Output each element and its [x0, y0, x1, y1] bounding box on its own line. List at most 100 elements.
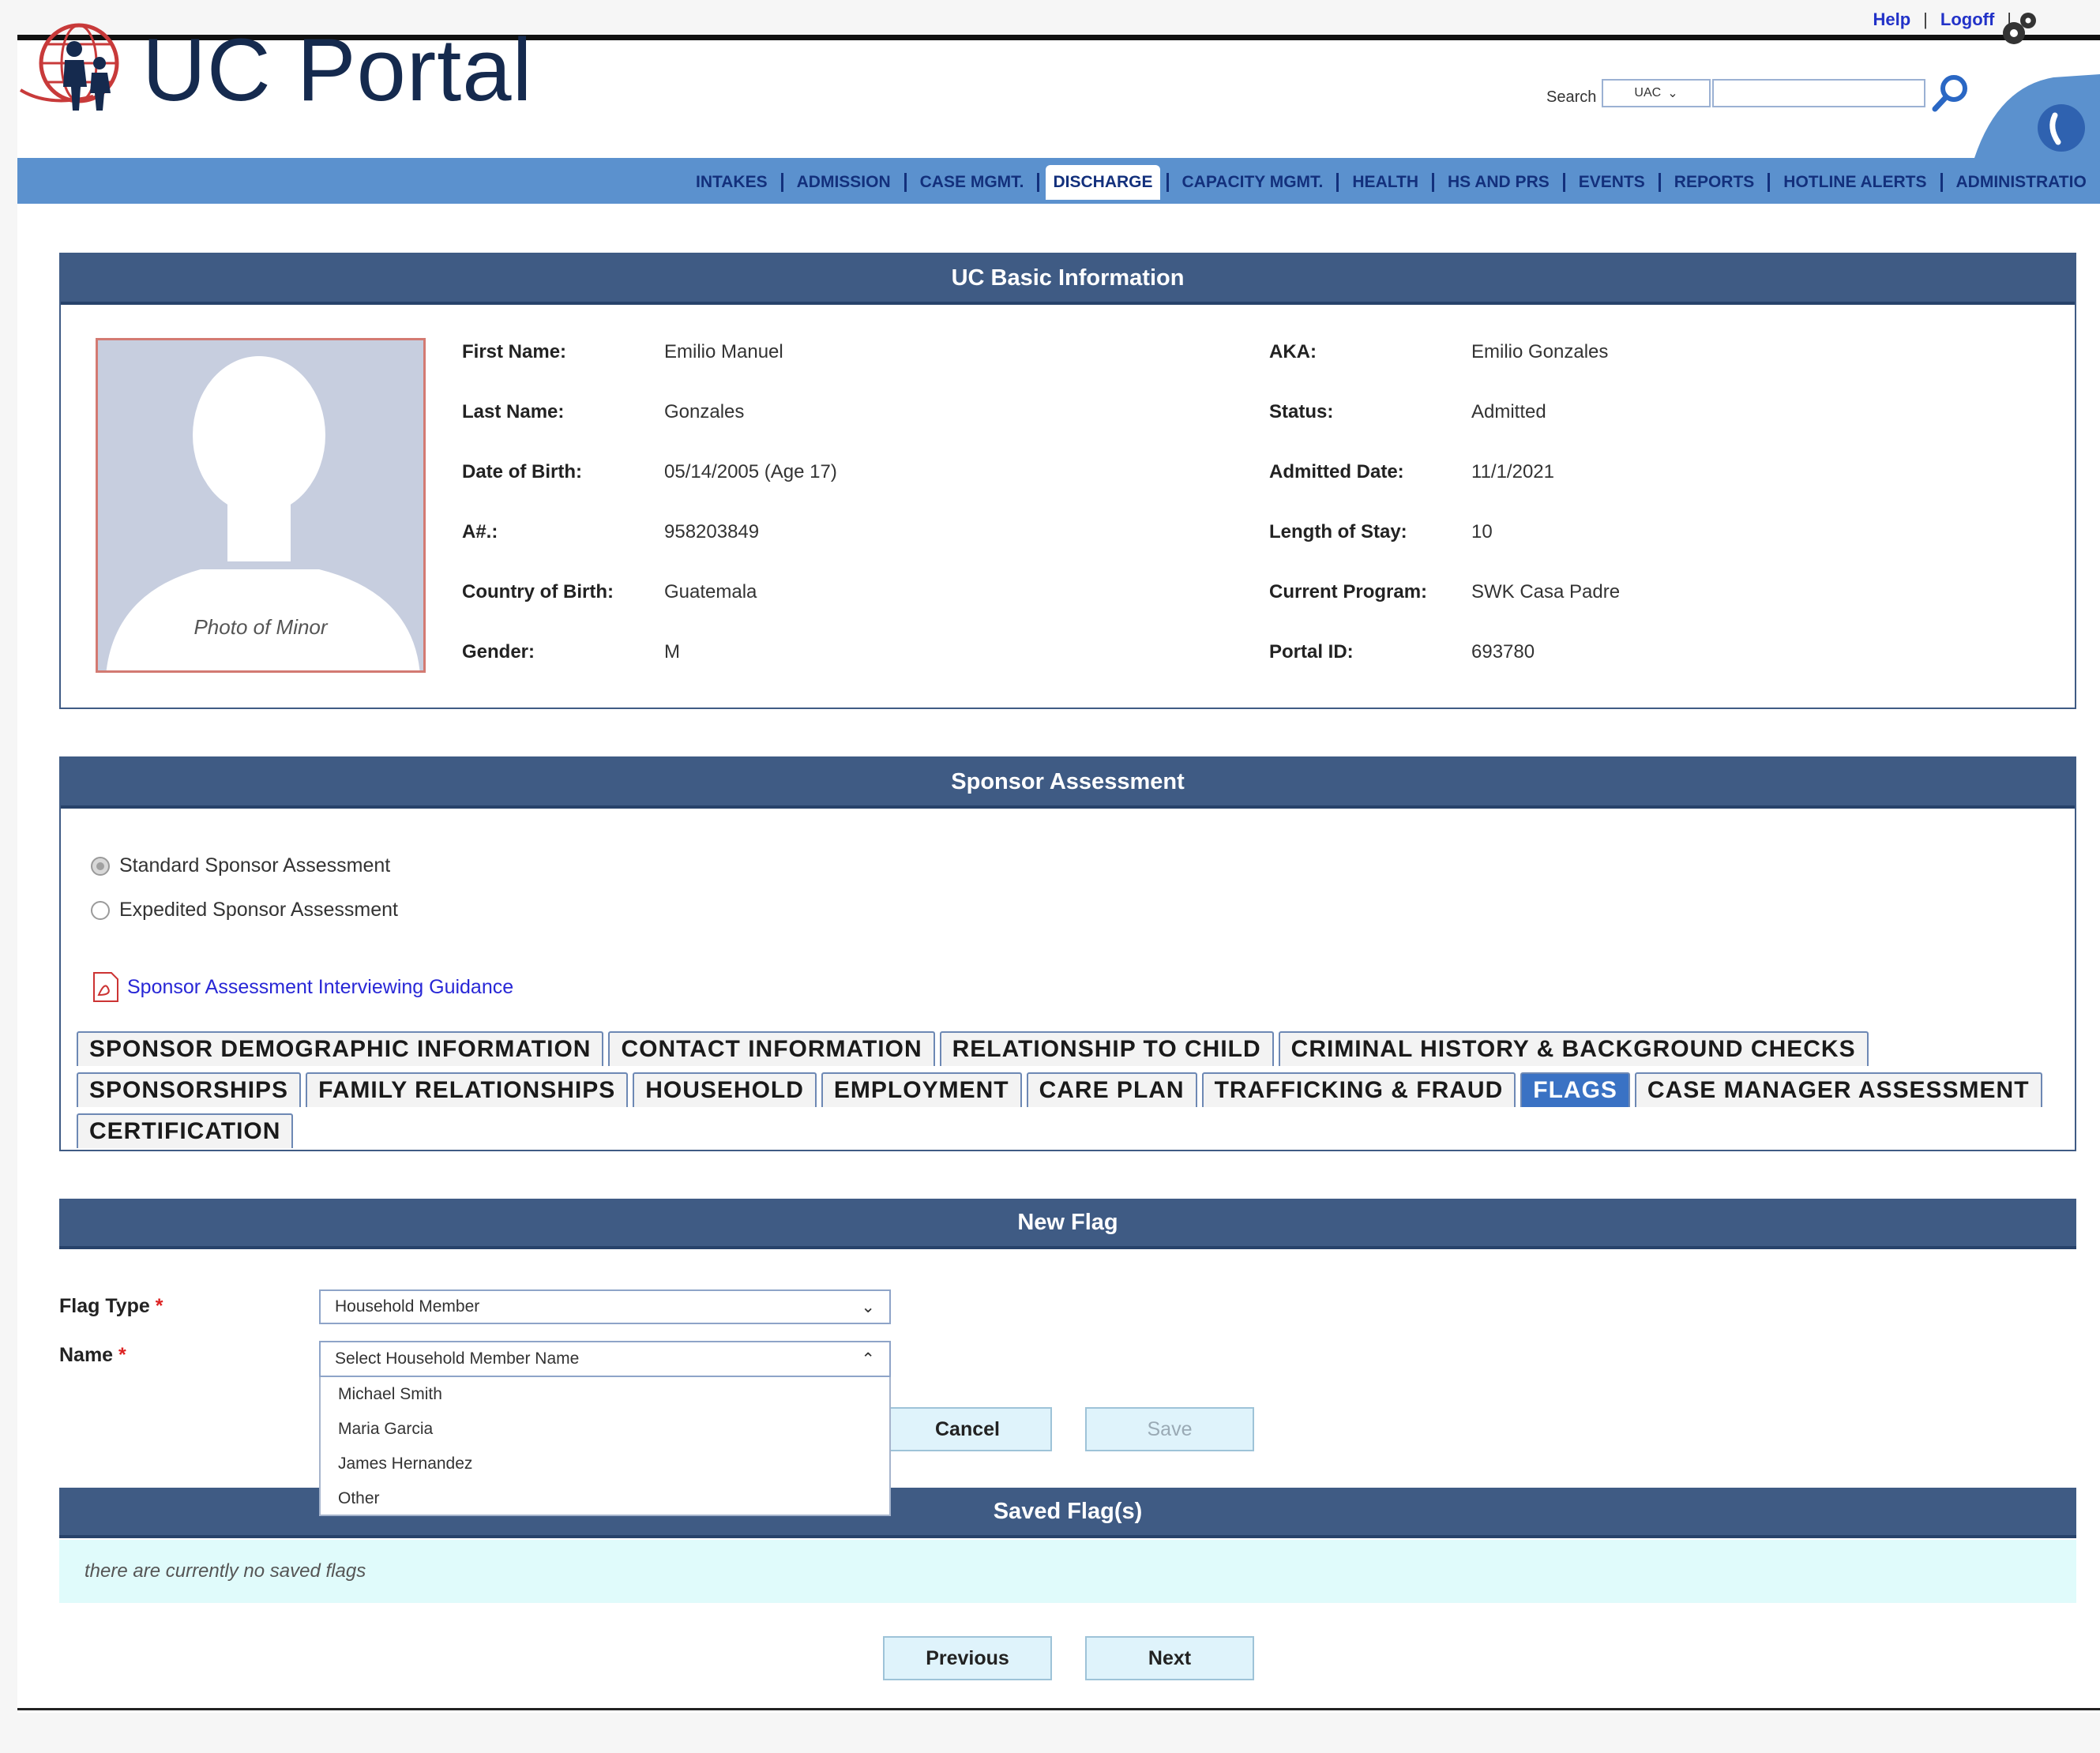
household-member-options: Michael Smith Maria Garcia James Hernand…: [319, 1377, 891, 1516]
gender-label: Gender:: [462, 641, 535, 663]
dob-value: 05/14/2005 (Age 17): [664, 461, 837, 482]
tab-household[interactable]: HOUSEHOLD: [633, 1072, 817, 1107]
first-name-value: Emilio Manuel: [664, 341, 783, 362]
hotline-phone-icon[interactable]: [1974, 71, 2100, 158]
admitted-date-value: 11/1/2021: [1471, 461, 1554, 482]
nav-separator: [903, 173, 907, 192]
required-mark: *: [155, 1295, 163, 1317]
nav-intakes[interactable]: INTAKES: [689, 165, 775, 200]
logoff-link[interactable]: Logoff: [1940, 9, 1994, 30]
flag-type-label-text: Flag Type: [59, 1295, 150, 1317]
flag-type-label: Flag Type *: [59, 1295, 163, 1318]
nav-hs-and-prs[interactable]: HS AND PRS: [1441, 165, 1557, 200]
search-label: Search: [1546, 88, 1597, 106]
name-label-text: Name: [59, 1344, 114, 1366]
tab-relationship-to-child[interactable]: RELATIONSHIP TO CHILD: [939, 1031, 1274, 1066]
nav-separator: [1166, 173, 1169, 192]
nav-discharge[interactable]: DISCHARGE: [1046, 165, 1160, 200]
dob-label: Date of Birth:: [462, 461, 582, 482]
length-of-stay-value: 10: [1471, 521, 1493, 542]
admitted-date-label: Admitted Date:: [1269, 461, 1404, 482]
portal-id-value: 693780: [1471, 641, 1535, 663]
nav-reports[interactable]: REPORTS: [1667, 165, 1762, 200]
aka-label: AKA:: [1269, 341, 1317, 362]
standard-assessment-option[interactable]: Standard Sponsor Assessment: [91, 854, 390, 877]
assessment-tabs-row-2: SPONSORSHIPS FAMILY RELATIONSHIPS HOUSEH…: [77, 1072, 2042, 1107]
tab-case-manager-assessment[interactable]: CASE MANAGER ASSESSMENT: [1634, 1072, 2042, 1107]
option-michael-smith[interactable]: Michael Smith: [321, 1377, 889, 1412]
tab-family-relationships[interactable]: FAMILY RELATIONSHIPS: [306, 1072, 629, 1107]
help-link[interactable]: Help: [1873, 9, 1910, 30]
option-james-hernandez[interactable]: James Hernandez: [321, 1447, 889, 1481]
tab-certification[interactable]: CERTIFICATION: [77, 1113, 294, 1148]
save-button[interactable]: Save: [1085, 1407, 1254, 1451]
current-program-value: SWK Casa Padre: [1471, 581, 1621, 602]
household-member-placeholder: Select Household Member Name: [335, 1349, 580, 1368]
nav-hotline-alerts[interactable]: HOTLINE ALERTS: [1776, 165, 1933, 200]
uc-logo-icon: [19, 23, 119, 111]
last-name-value: Gonzales: [664, 401, 745, 422]
next-button[interactable]: Next: [1085, 1636, 1254, 1680]
tab-employment[interactable]: EMPLOYMENT: [821, 1072, 1022, 1107]
a-number-value: 958203849: [664, 521, 760, 542]
tab-flags[interactable]: FLAGS: [1520, 1072, 1630, 1107]
nav-case-mgmt[interactable]: CASE MGMT.: [913, 165, 1031, 200]
tab-sponsor-demographic-information[interactable]: SPONSOR DEMOGRAPHIC INFORMATION: [77, 1031, 604, 1066]
search-scope-value: UAC: [1634, 86, 1662, 99]
app-title: UC Portal: [142, 21, 533, 119]
nav-separator: [1768, 173, 1771, 192]
assessment-tabs-row-1: SPONSOR DEMOGRAPHIC INFORMATION CONTACT …: [77, 1031, 1869, 1066]
a-number-label: A#.:: [462, 521, 498, 542]
guidance-link[interactable]: Sponsor Assessment Interviewing Guidance: [91, 971, 513, 1003]
basic-info-panel: UC Basic Information Photo of Minor Firs…: [59, 253, 2076, 709]
portal-id-label: Portal ID:: [1269, 641, 1354, 663]
option-other[interactable]: Other: [321, 1481, 889, 1516]
length-of-stay-label: Length of Stay:: [1269, 521, 1407, 542]
previous-button[interactable]: Previous: [883, 1636, 1052, 1680]
current-program-label: Current Program:: [1269, 581, 1428, 602]
standard-assessment-radio[interactable]: [91, 856, 110, 876]
nav-capacity-mgmt[interactable]: CAPACITY MGMT.: [1175, 165, 1331, 200]
assessment-tabs-row-3: CERTIFICATION: [77, 1113, 294, 1148]
basic-info-title: UC Basic Information: [61, 254, 2075, 305]
tab-criminal-history[interactable]: CRIMINAL HISTORY & BACKGROUND CHECKS: [1278, 1031, 1869, 1066]
flag-type-select[interactable]: Household Member ⌄: [319, 1289, 891, 1324]
flag-type-value: Household Member: [335, 1297, 480, 1316]
chevron-down-icon: ⌄: [861, 1297, 875, 1316]
chevron-down-icon: ⌄: [1667, 87, 1678, 100]
nav-events[interactable]: EVENTS: [1572, 165, 1652, 200]
search-icon[interactable]: [1929, 71, 1973, 115]
household-member-select[interactable]: Select Household Member Name ⌃: [319, 1341, 891, 1377]
last-name-label: Last Name:: [462, 401, 565, 422]
nav-health[interactable]: HEALTH: [1345, 165, 1426, 200]
tab-sponsorships[interactable]: SPONSORSHIPS: [77, 1072, 302, 1107]
tab-contact-information[interactable]: CONTACT INFORMATION: [608, 1031, 935, 1066]
guidance-link-text[interactable]: Sponsor Assessment Interviewing Guidance: [127, 976, 513, 999]
status-label: Status:: [1269, 401, 1334, 422]
nav-separator: [1432, 173, 1434, 192]
expedited-assessment-radio[interactable]: [91, 900, 110, 920]
option-maria-garcia[interactable]: Maria Garcia: [321, 1412, 889, 1447]
nav-administration[interactable]: ADMINISTRATIO: [1949, 165, 2094, 200]
chevron-up-icon: ⌃: [861, 1349, 875, 1368]
nav-separator: [1562, 173, 1565, 192]
minor-photo: Photo of Minor: [96, 338, 426, 673]
nav-admission[interactable]: ADMISSION: [790, 165, 898, 200]
expedited-assessment-option[interactable]: Expedited Sponsor Assessment: [91, 899, 398, 922]
photo-caption: Photo of Minor: [193, 615, 328, 639]
sponsor-assessment-title: Sponsor Assessment: [61, 758, 2075, 809]
search-scope-select[interactable]: UAC ⌄: [1602, 79, 1711, 107]
nav-separator: [1940, 173, 1943, 192]
sponsor-assessment-panel: Sponsor Assessment Standard Sponsor Asse…: [59, 756, 2076, 1151]
link-separator: |: [1923, 9, 1928, 29]
search-input[interactable]: [1712, 79, 1925, 107]
main-nav: INTAKES ADMISSION CASE MGMT. DISCHARGE C…: [689, 163, 2094, 202]
saved-flags-empty-message: there are currently no saved flags: [59, 1540, 2076, 1603]
nav-separator: [780, 173, 783, 192]
required-mark: *: [118, 1344, 126, 1366]
tab-care-plan[interactable]: CARE PLAN: [1026, 1072, 1197, 1107]
page-bottom-rule: [17, 1708, 2100, 1710]
tab-trafficking-fraud[interactable]: TRAFFICKING & FRAUD: [1201, 1072, 1516, 1107]
settings-gear-icon[interactable]: [1997, 6, 2041, 51]
cancel-button[interactable]: Cancel: [883, 1407, 1052, 1451]
